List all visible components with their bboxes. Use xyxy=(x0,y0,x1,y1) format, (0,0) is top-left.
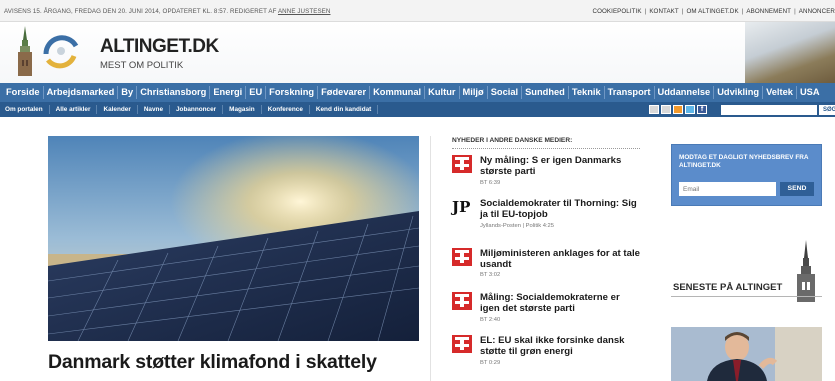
section-uddannelse[interactable]: Uddannelse xyxy=(655,86,715,99)
top-link-om-altinget[interactable]: OM ALTINGET.DK xyxy=(687,8,739,15)
subnav-magasin[interactable]: Magasin xyxy=(223,105,262,114)
brand-name[interactable]: ALTINGET.DK xyxy=(100,36,219,58)
news-item-meta: BT 0:29 xyxy=(480,360,501,366)
tower-illustration-icon xyxy=(797,240,815,302)
search-button[interactable]: SØG xyxy=(819,105,835,115)
news-item-title[interactable]: EL: EU skal ikke forsinke dansk støtte t… xyxy=(480,335,642,357)
column-divider xyxy=(430,136,431,381)
section-eu[interactable]: EU xyxy=(246,86,267,99)
solar-panel-photo xyxy=(48,136,419,341)
news-item-title[interactable]: Socialdemokrater til Thorning: Sig ja ti… xyxy=(480,198,642,220)
top-utility-bar: AVISENS 15. ÅRGANG, FREDAG DEN 20. JUNI … xyxy=(0,0,835,22)
altinget-swoosh-icon xyxy=(43,35,79,69)
subnav-konference[interactable]: Konference xyxy=(262,105,310,114)
top-links: COOKIEPOLITIK | KONTAKT | OM ALTINGET.DK… xyxy=(592,8,835,15)
bt-logo-icon xyxy=(452,335,472,353)
facebook-icon[interactable]: f xyxy=(697,105,707,114)
section-energi[interactable]: Energi xyxy=(210,86,247,99)
section-christiansborg[interactable]: Christiansborg xyxy=(137,86,211,99)
subnav-jobannoncer[interactable]: Jobannoncer xyxy=(170,105,224,114)
section-veltek[interactable]: Veltek xyxy=(763,86,797,99)
editor-link[interactable]: ANNE JUSTESEN xyxy=(278,8,331,15)
hero-solar-panel-image[interactable] xyxy=(48,136,419,341)
news-item-meta: BT 2:40 xyxy=(480,317,501,323)
rss-icon[interactable] xyxy=(673,105,683,114)
site-header: ALTINGET.DK MEST OM POLITIK xyxy=(0,22,835,83)
news-item-title[interactable]: Måling: Socialdemokraterne er igen det s… xyxy=(480,292,642,314)
bt-logo-icon xyxy=(452,155,472,173)
section-miljo[interactable]: Miljø xyxy=(460,86,488,99)
section-by[interactable]: By xyxy=(118,86,138,99)
top-link-abonnement[interactable]: ABONNEMENT xyxy=(746,8,791,15)
news-item-meta: BT 6:39 xyxy=(480,180,501,186)
section-transport[interactable]: Transport xyxy=(605,86,655,99)
section-arbejdsmarked[interactable]: Arbejdsmarked xyxy=(44,86,119,99)
politician-portrait xyxy=(671,327,822,381)
sections-nav: Forside Arbejdsmarked By Christiansborg … xyxy=(0,83,835,102)
subnav-kend-din-kandidat[interactable]: Kend din kandidat xyxy=(310,105,379,114)
twitter-icon[interactable] xyxy=(685,105,695,114)
latest-section-header: SENESTE PÅ ALTINGET xyxy=(671,240,822,310)
bt-logo-icon xyxy=(452,292,472,310)
section-kommunal[interactable]: Kommunal xyxy=(370,86,426,99)
sub-nav: Om portalen Alle artikler Kalender Navne… xyxy=(0,102,835,117)
section-usa[interactable]: USA xyxy=(797,86,823,99)
section-sundhed[interactable]: Sundhed xyxy=(522,86,569,99)
share-tools: f xyxy=(649,105,707,114)
section-kultur[interactable]: Kultur xyxy=(425,86,460,99)
top-link-kontakt[interactable]: KONTAKT xyxy=(649,8,678,15)
subnav-om-portalen[interactable]: Om portalen xyxy=(5,105,50,114)
newsletter-email-input[interactable] xyxy=(679,182,776,196)
latest-title: SENESTE PÅ ALTINGET xyxy=(673,282,783,293)
subnav-alle-artikler[interactable]: Alle artikler xyxy=(50,105,98,114)
section-forskning[interactable]: Forskning xyxy=(266,86,319,99)
search-input[interactable] xyxy=(721,105,817,115)
dateline-text: AVISENS 15. ÅRGANG, FREDAG DEN 20. JUNI … xyxy=(4,8,277,15)
subnav-kalender[interactable]: Kalender xyxy=(97,105,138,114)
section-udvikling[interactable]: Udvikling xyxy=(714,86,764,99)
news-item-meta: Jyllands-Posten | Politik 4:25 xyxy=(480,223,555,229)
news-item-title[interactable]: Ny måling: S er igen Danmarks største pa… xyxy=(480,155,642,177)
politician-photo[interactable] xyxy=(671,327,822,381)
jp-logo-icon: JP xyxy=(452,198,471,216)
newsletter-send-button[interactable]: SEND xyxy=(780,182,814,196)
section-fodevarer[interactable]: Fødevarer xyxy=(318,86,371,99)
brand-tagline: MEST OM POLITIK xyxy=(100,60,184,71)
parliament-chamber-photo xyxy=(745,22,835,83)
main-story-headline[interactable]: Danmark støtter klimafond i skattely xyxy=(48,351,377,374)
dateline: AVISENS 15. ÅRGANG, FREDAG DEN 20. JUNI … xyxy=(4,8,330,15)
top-link-cookiepolitik[interactable]: COOKIEPOLITIK xyxy=(593,8,642,15)
print-icon[interactable] xyxy=(649,105,659,114)
latest-divider xyxy=(671,296,822,297)
subnav-navne[interactable]: Navne xyxy=(138,105,170,114)
news-item-title[interactable]: Miljøministeren anklages for at tale usa… xyxy=(480,248,642,270)
newsletter-signup: MODTAG ET DAGLIGT NYHEDSBREV FRA ALTINGE… xyxy=(671,144,822,206)
section-social[interactable]: Social xyxy=(488,86,523,99)
news-column-heading: NYHEDER I ANDRE DANSKE MEDIER: xyxy=(452,137,640,149)
bt-logo-icon xyxy=(452,248,472,266)
tower-logo-icon[interactable] xyxy=(14,26,36,76)
news-item-meta: BT 3:02 xyxy=(480,272,501,278)
newsletter-title: MODTAG ET DAGLIGT NYHEDSBREV FRA ALTINGE… xyxy=(679,154,809,169)
section-teknik[interactable]: Teknik xyxy=(569,86,605,99)
top-link-annoncer[interactable]: ANNONCER xyxy=(799,8,835,15)
mail-icon[interactable] xyxy=(661,105,671,114)
section-forside[interactable]: Forside xyxy=(3,86,44,99)
